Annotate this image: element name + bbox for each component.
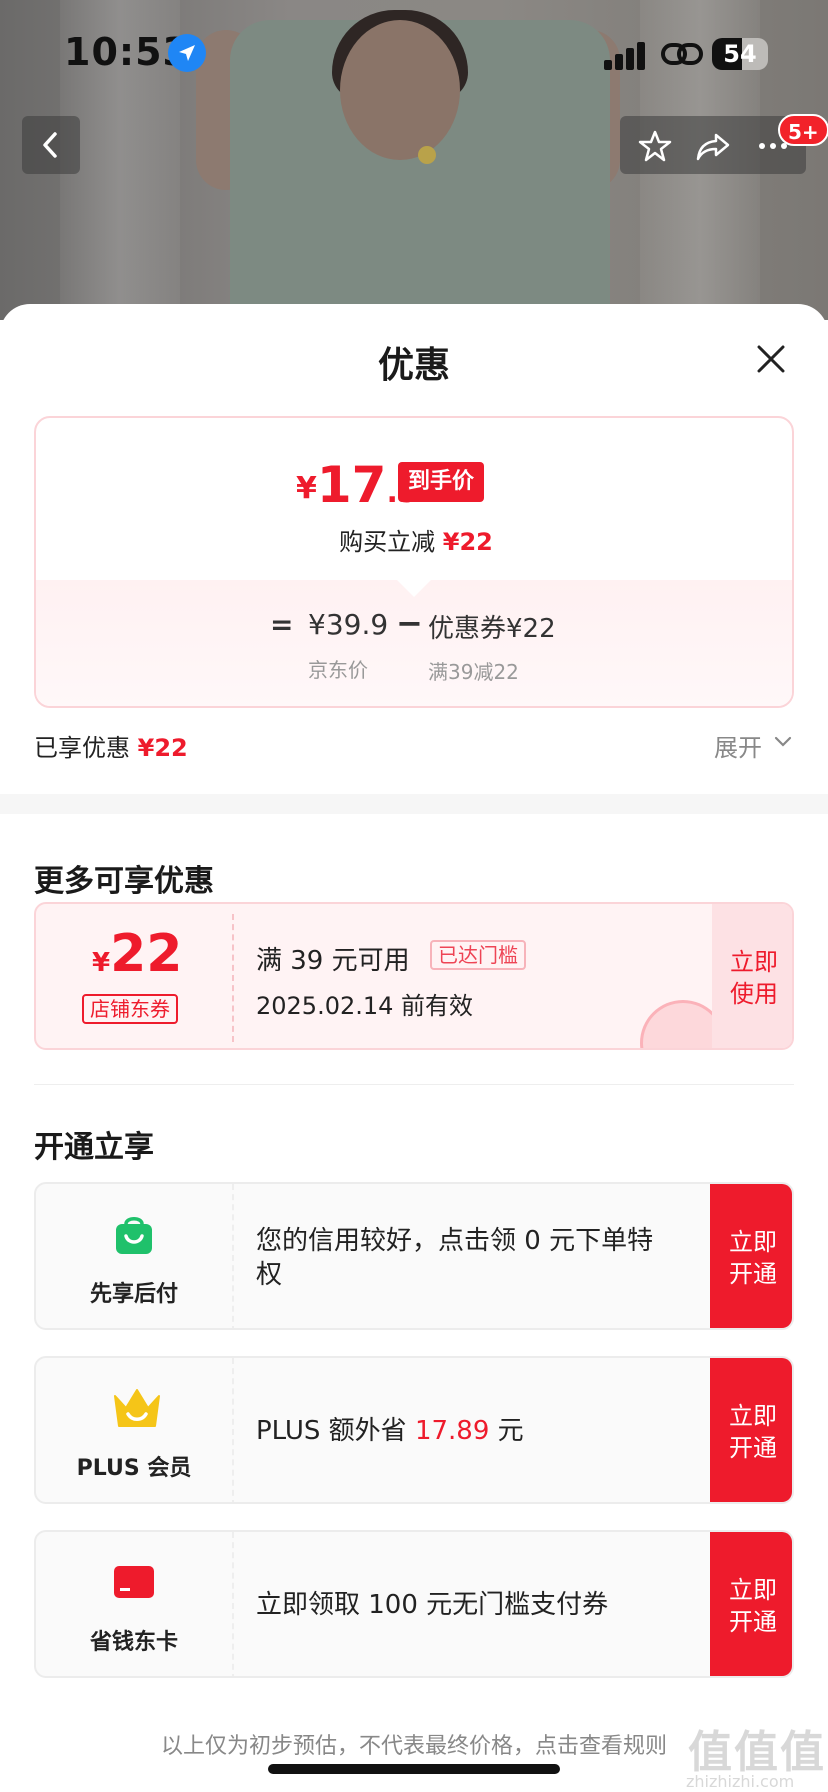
back-button[interactable] bbox=[22, 116, 80, 174]
coupon-deduction: 优惠券¥22 bbox=[428, 614, 556, 644]
service-desc: 您的信用较好，点击领 0 元下单特权 bbox=[256, 1226, 654, 1290]
chevron-down-icon bbox=[774, 736, 792, 747]
service-desc: PLUS 额外省 17.89 元 bbox=[256, 1416, 524, 1446]
divider bbox=[34, 1084, 794, 1085]
message-badge: 5+ bbox=[778, 114, 828, 146]
reduce-value: ¥22 bbox=[442, 528, 493, 556]
sheet-title: 优惠 bbox=[377, 345, 450, 386]
service-name: 先享后付 bbox=[89, 1282, 178, 1307]
service-name: PLUS 会员 bbox=[76, 1456, 192, 1481]
section-separator bbox=[0, 794, 828, 814]
embroidery bbox=[418, 146, 436, 164]
reduce-line: 购买立减 ¥22 bbox=[36, 522, 792, 557]
open-now-button[interactable]: 立即 开通 bbox=[710, 1184, 792, 1328]
threshold-reached-badge: 已达门槛 bbox=[430, 940, 526, 970]
shopping-bag-icon bbox=[112, 1212, 156, 1256]
share-icon[interactable] bbox=[696, 129, 730, 163]
expand-label: 展开 bbox=[714, 734, 762, 762]
battery-level: 54 bbox=[723, 40, 757, 68]
expand-toggle[interactable]: 展开 bbox=[714, 728, 792, 763]
open-line2: 开通 bbox=[729, 1608, 777, 1636]
discount-sheet: 优惠 ¥17.9 到手价 购买立减 ¥22 = ¥39.9 − 优惠券¥22 京… bbox=[0, 304, 828, 1792]
status-bar: 10:53 54 bbox=[0, 0, 828, 100]
location-icon bbox=[168, 34, 206, 72]
price-breakdown: ¥17.9 到手价 购买立减 ¥22 = ¥39.9 − 优惠券¥22 京东价 … bbox=[34, 416, 794, 708]
link-icon bbox=[660, 36, 704, 72]
service-card-dongka[interactable]: 省钱东卡 立即领取 100 元无门槛支付券 立即 开通 bbox=[34, 1530, 794, 1678]
equals-sign: = bbox=[270, 608, 294, 641]
use-now-line2: 使用 bbox=[730, 980, 778, 1008]
watermark-url: zhizhizhi.com bbox=[686, 1772, 795, 1791]
jd-price-label: 京东价 bbox=[308, 658, 368, 682]
coupon-condition: 满 39 元可用 bbox=[256, 946, 410, 976]
service-divider bbox=[232, 1184, 234, 1328]
more-discounts-title: 更多可享优惠 bbox=[34, 864, 214, 899]
open-now-button[interactable]: 立即 开通 bbox=[710, 1358, 792, 1502]
use-now-button[interactable]: 立即 使用 bbox=[712, 904, 792, 1048]
battery-icon: 54 bbox=[712, 38, 768, 70]
reduce-label: 购买立减 bbox=[339, 528, 436, 556]
service-brand: 先享后付 bbox=[36, 1184, 232, 1328]
close-icon[interactable] bbox=[754, 342, 788, 376]
open-line1: 立即 bbox=[729, 1402, 777, 1430]
enjoyed-value: ¥22 bbox=[137, 734, 188, 762]
final-price-tag: 到手价 bbox=[398, 462, 485, 502]
jd-price: ¥39.9 bbox=[308, 608, 389, 641]
service-desc: 立即领取 100 元无门槛支付券 bbox=[256, 1590, 609, 1620]
service-card-pay-later[interactable]: 先享后付 您的信用较好，点击领 0 元下单特权 立即 开通 bbox=[34, 1182, 794, 1330]
service-divider bbox=[232, 1358, 234, 1502]
watermark: 值值值 zhizhizhi.com bbox=[680, 1716, 828, 1792]
minus-sign: − bbox=[396, 604, 423, 642]
enjoyed-label: 已享优惠 bbox=[34, 734, 130, 762]
coupon-amount-area: ¥22 店铺东券 bbox=[36, 904, 232, 1048]
use-now-line1: 立即 bbox=[730, 948, 778, 976]
open-line2: 开通 bbox=[729, 1260, 777, 1288]
coupon-card[interactable]: ¥22 店铺东券 满 39 元可用 已达门槛 2025.02.14 前有效 立即… bbox=[34, 902, 794, 1050]
star-icon[interactable] bbox=[638, 129, 672, 163]
coupon-validity: 2025.02.14 前有效 bbox=[256, 992, 474, 1020]
service-divider bbox=[232, 1532, 234, 1676]
open-now-button[interactable]: 立即 开通 bbox=[710, 1532, 792, 1676]
service-brand: 省钱东卡 bbox=[36, 1532, 232, 1676]
open-line1: 立即 bbox=[729, 1228, 777, 1256]
service-name: 省钱东卡 bbox=[89, 1630, 178, 1655]
coupon-type: 店铺东券 bbox=[82, 994, 178, 1024]
breakdown-lower bbox=[36, 580, 792, 706]
open-line1: 立即 bbox=[729, 1576, 777, 1604]
crown-icon bbox=[112, 1386, 160, 1430]
service-brand: PLUS 会员 bbox=[36, 1358, 232, 1502]
open-benefits-title: 开通立享 bbox=[34, 1130, 154, 1165]
enjoyed-discount: 已享优惠 ¥22 bbox=[34, 728, 188, 763]
watermark-logo: 值值值 bbox=[688, 1727, 826, 1778]
coupon-amount: ¥22 bbox=[92, 924, 183, 984]
coupon-deduction-sub: 满39减22 bbox=[428, 660, 519, 684]
coupon-divider bbox=[232, 914, 234, 1042]
home-indicator bbox=[268, 1764, 560, 1774]
open-line2: 开通 bbox=[729, 1434, 777, 1462]
service-card-plus[interactable]: PLUS 会员 PLUS 额外省 17.89 元 立即 开通 bbox=[34, 1356, 794, 1504]
signal-icon bbox=[604, 40, 648, 70]
page: 10:53 54 5+ 优惠 ¥17 到手价 购买立减 ¥22 = ¥39.9 … bbox=[0, 0, 828, 1792]
card-icon bbox=[112, 1560, 156, 1604]
